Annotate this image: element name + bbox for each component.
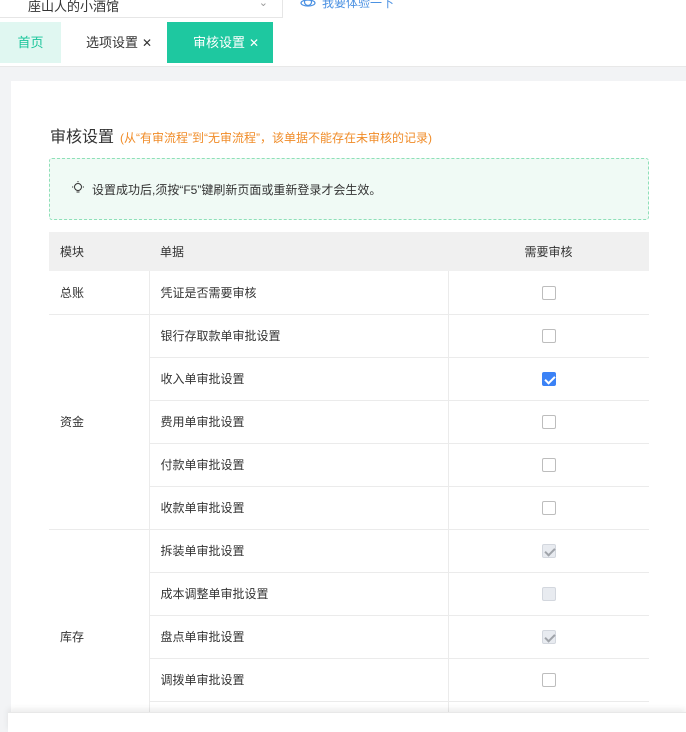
document-cell: 拆装单审批设置 [149,529,449,573]
review-checkbox-cell [448,658,649,702]
review-checkbox[interactable] [541,328,556,343]
review-checkbox [541,629,556,644]
review-checkbox-cell [448,529,649,573]
content-card: 审核设置 (从“有审流程”到“无审流程”，该单据不能存在未审核的记录) 设置成功… [11,81,686,732]
demo-link[interactable]: 我要体验一下 [300,0,394,11]
document-cell: 收款单审批设置 [149,486,449,530]
review-settings-table: 模块 单据 需要审核 总账 凭证是否需要审核 资金 银行存取款单审批设置 收入单审批设置… [49,232,649,732]
review-checkbox[interactable] [541,285,556,300]
review-checkbox-cell [448,572,649,616]
review-checkbox [541,586,556,601]
chevron-down-icon: ⌄ [258,0,268,9]
shop-selector[interactable]: 座山人的小酒馆 ⌄ [0,0,283,18]
tab-options[interactable]: 选项设置 ✕ [72,22,168,63]
header-module: 模块 [49,232,149,271]
title-row: 审核设置 (从“有审流程”到“无审流程”，该单据不能存在未审核的记录) [50,123,432,147]
tab-bar: 首页 选项设置 ✕ 审核设置 ✕ [0,22,686,67]
document-cell: 收入单审批设置 [149,357,449,401]
bottom-panel [8,712,686,732]
document-cell: 费用单审批设置 [149,400,449,444]
review-checkbox[interactable] [541,672,556,687]
module-cell: 资金 [49,314,150,530]
tip-box: 设置成功后,须按“F5”键刷新页面或重新登录才会生效。 [49,158,649,220]
planet-icon [300,0,316,7]
document-cell: 调拨单审批设置 [149,658,449,702]
module-cell: 总账 [49,271,150,315]
shop-name: 座山人的小酒馆 [28,0,120,14]
table-row: 总账 凭证是否需要审核 [49,271,649,315]
table-row: 资金 银行存取款单审批设置 [49,314,649,530]
document-cell: 凭证是否需要审核 [149,271,449,315]
document-cell: 银行存取款单审批设置 [149,314,449,358]
header-document: 单据 [149,232,448,271]
review-checkbox-cell [448,443,649,487]
review-checkbox[interactable] [541,457,556,472]
tab-options-label: 选项设置 [86,35,139,50]
tab-review-label: 审核设置 [193,35,246,50]
demo-link-label: 我要体验一下 [322,0,395,10]
page-note: (从“有审流程”到“无审流程”，该单据不能存在未审核的记录) [120,131,432,145]
review-checkbox-cell [448,314,649,358]
document-cell: 成本调整单审批设置 [149,572,449,616]
top-bar: 座山人的小酒馆 ⌄ 我要体验一下 [0,0,686,22]
review-checkbox-cell [448,357,649,401]
close-icon[interactable]: ✕ [249,23,259,64]
tip-text: 设置成功后,须按“F5”键刷新页面或重新登录才会生效。 [92,183,382,197]
review-checkbox-cell [448,615,649,659]
document-cell: 付款单审批设置 [149,443,449,487]
lightbulb-icon [72,181,84,193]
tab-review-settings[interactable]: 审核设置 ✕ [167,22,273,63]
module-cell: 库存 [49,529,150,732]
review-checkbox [541,543,556,558]
tab-home-label: 首页 [17,35,44,50]
page-title: 审核设置 [50,129,115,146]
review-checkbox-cell [448,271,649,315]
review-checkbox-cell [448,400,649,444]
tab-home[interactable]: 首页 [0,22,61,63]
review-checkbox-cell [448,486,649,530]
review-checkbox[interactable] [541,500,556,515]
close-icon[interactable]: ✕ [142,23,152,64]
table-row: 库存 拆装单审批设置 [49,529,649,732]
header-need-review: 需要审核 [448,232,649,271]
document-cell: 盘点单审批设置 [149,615,449,659]
review-checkbox[interactable] [541,371,556,386]
table-header-row: 模块 单据 需要审核 [49,232,649,271]
review-checkbox[interactable] [541,414,556,429]
